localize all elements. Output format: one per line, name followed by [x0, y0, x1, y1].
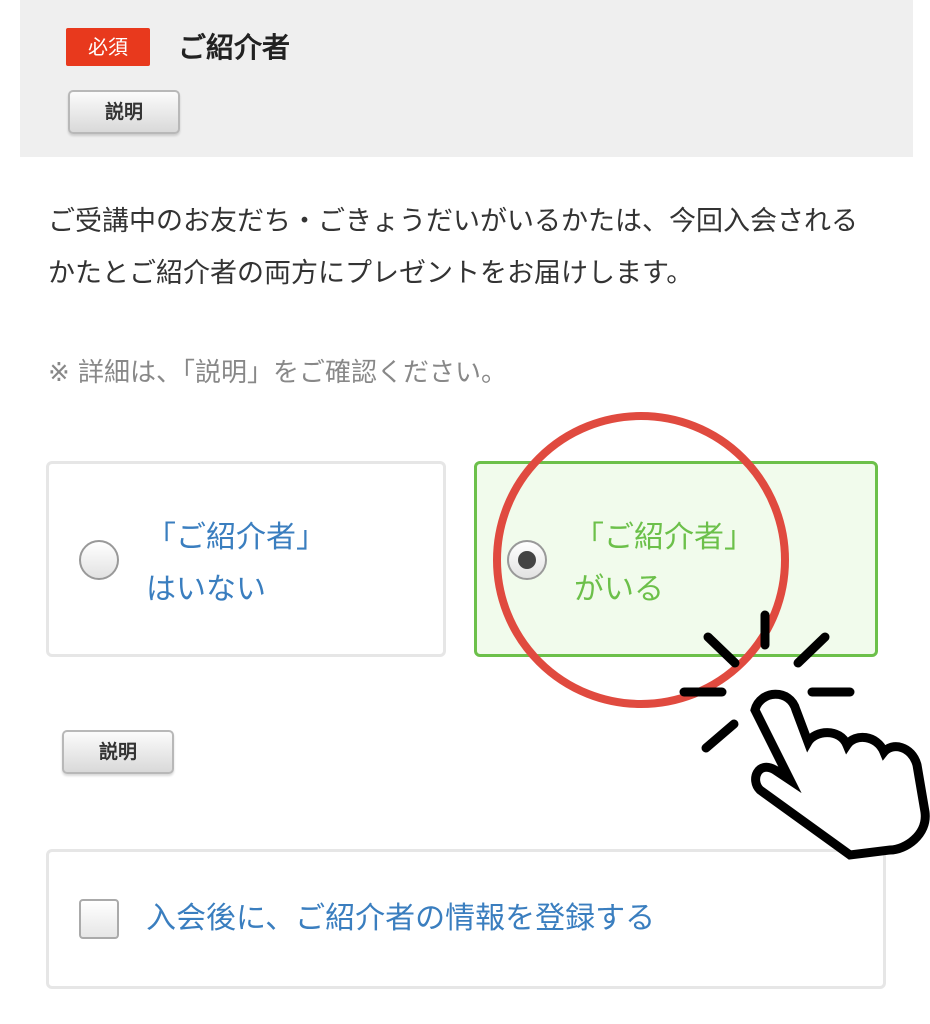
option-has-referrer-line2: がいる: [574, 572, 664, 607]
register-later-checkbox[interactable]: [79, 899, 119, 939]
radio-no-referrer[interactable]: [79, 540, 119, 580]
register-later-label: 入会後に、ご紹介者の情報を登録する: [146, 901, 656, 936]
explain-button[interactable]: 説明: [68, 90, 180, 134]
option-has-referrer[interactable]: 「ご紹介者」 がいる: [474, 461, 878, 657]
option-no-referrer[interactable]: 「ご紹介者」 はいない: [46, 461, 446, 657]
option-no-referrer-line2: はいない: [146, 572, 266, 607]
field-description: ご受講中のお友だち・ごきょうだいがいるかたは、今回入会されるかたとご紹介者の両方…: [48, 206, 858, 289]
explain-button-2[interactable]: 説明: [62, 730, 174, 774]
register-later-row[interactable]: 入会後に、ご紹介者の情報を登録する: [46, 849, 886, 989]
field-title: ご紹介者: [178, 31, 291, 64]
required-badge: 必須: [66, 28, 150, 66]
option-has-referrer-label: 「ご紹介者」 がいる: [574, 512, 754, 616]
field-note: ※ 詳細は、「説明」をご確認ください。: [48, 358, 508, 388]
option-no-referrer-label: 「ご紹介者」 はいない: [146, 512, 326, 616]
radio-has-referrer[interactable]: [507, 540, 547, 580]
option-has-referrer-line1: 「ご紹介者」: [574, 520, 754, 555]
option-no-referrer-line1: 「ご紹介者」: [146, 520, 326, 555]
